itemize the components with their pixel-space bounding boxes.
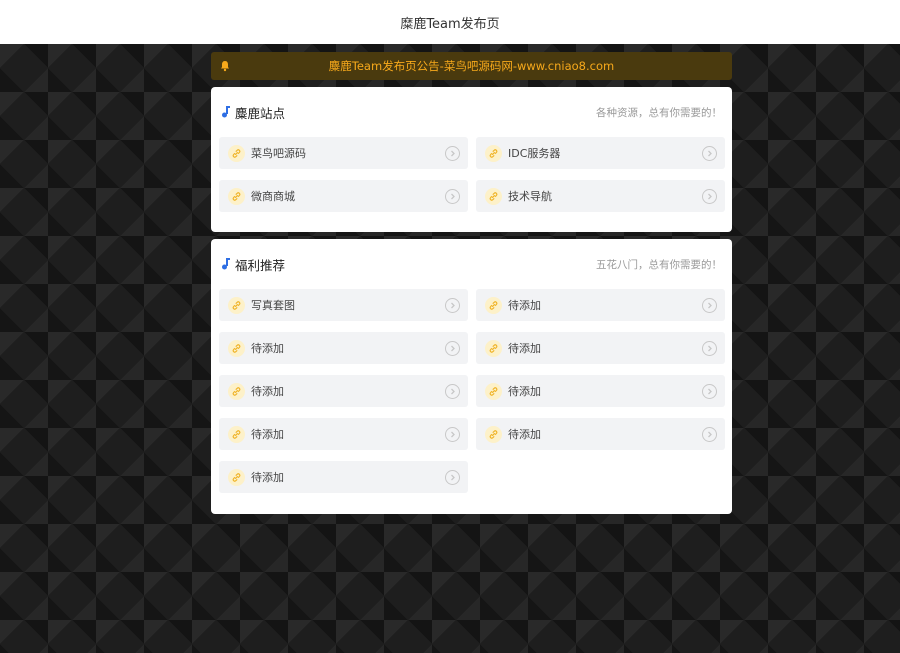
list-item[interactable]: 微商商城 [219, 180, 468, 212]
list-item[interactable]: 待添加 [219, 461, 468, 493]
chevron-right-circle-icon [445, 383, 460, 399]
music-note-icon [222, 258, 230, 270]
list-item[interactable]: 待添加 [219, 418, 468, 450]
link-icon [485, 339, 502, 357]
notice-text[interactable]: 麋鹿Team发布页公告-菜鸟吧源码网-www.cniao8.com [211, 52, 732, 80]
section-items: 菜鸟吧源码 IDC服务器 微商商城 技术导航 [219, 137, 725, 212]
link-icon [485, 187, 502, 205]
chevron-right-circle-icon [445, 469, 460, 485]
section-title: 麋鹿站点 [235, 105, 286, 121]
section-header: 福利推荐 五花八门，总有你需要的！ [211, 239, 732, 289]
section-benefits: 福利推荐 五花八门，总有你需要的！ 写真套图 待添加 待添加 待添加 待添加 待… [211, 239, 732, 514]
item-label: 写真套图 [251, 299, 295, 312]
section-title: 福利推荐 [235, 257, 286, 273]
list-item[interactable]: 菜鸟吧源码 [219, 137, 468, 169]
list-item[interactable]: IDC服务器 [476, 137, 725, 169]
list-item[interactable]: 写真套图 [219, 289, 468, 321]
link-icon [228, 296, 245, 314]
item-label: 菜鸟吧源码 [251, 147, 306, 160]
item-label: 技术导航 [508, 190, 552, 203]
top-bar: 糜鹿Team发布页 [0, 0, 900, 44]
chevron-right-circle-icon [702, 340, 717, 356]
link-icon [485, 144, 502, 162]
list-item[interactable]: 待添加 [219, 332, 468, 364]
item-label: 待添加 [508, 428, 541, 441]
link-icon [228, 425, 245, 443]
list-item[interactable]: 待添加 [476, 418, 725, 450]
chevron-right-circle-icon [445, 297, 460, 313]
chevron-right-circle-icon [445, 188, 460, 204]
section-items: 写真套图 待添加 待添加 待添加 待添加 待添加 待添加 待添加 待添加 [219, 289, 725, 493]
chevron-right-circle-icon [445, 145, 460, 161]
list-item[interactable]: 技术导航 [476, 180, 725, 212]
link-icon [485, 382, 502, 400]
list-item[interactable]: 待添加 [476, 332, 725, 364]
item-label: 待添加 [251, 385, 284, 398]
chevron-right-circle-icon [445, 340, 460, 356]
item-label: 待添加 [508, 342, 541, 355]
chevron-right-circle-icon [702, 145, 717, 161]
item-label: 待添加 [251, 471, 284, 484]
link-icon [228, 144, 245, 162]
section-sites: 麋鹿站点 各种资源，总有你需要的！ 菜鸟吧源码 IDC服务器 微商商城 技术导航 [211, 87, 732, 232]
list-item[interactable]: 待添加 [219, 375, 468, 407]
link-icon [228, 468, 245, 486]
item-label: 待添加 [251, 342, 284, 355]
section-subtitle: 各种资源，总有你需要的！ [596, 106, 722, 119]
page-title: 糜鹿Team发布页 [400, 16, 500, 32]
item-label: 待添加 [251, 428, 284, 441]
link-icon [228, 339, 245, 357]
link-icon [485, 296, 502, 314]
list-item[interactable]: 待添加 [476, 289, 725, 321]
chevron-right-circle-icon [702, 188, 717, 204]
item-label: 微商商城 [251, 190, 295, 203]
link-icon [228, 382, 245, 400]
section-header: 麋鹿站点 各种资源，总有你需要的！ [211, 87, 732, 137]
music-note-icon [222, 106, 230, 118]
chevron-right-circle-icon [702, 426, 717, 442]
notice-bar: 麋鹿Team发布页公告-菜鸟吧源码网-www.cniao8.com [211, 52, 732, 80]
link-icon [485, 425, 502, 443]
link-icon [228, 187, 245, 205]
chevron-right-circle-icon [702, 297, 717, 313]
item-label: 待添加 [508, 385, 541, 398]
item-label: IDC服务器 [508, 147, 561, 160]
chevron-right-circle-icon [445, 426, 460, 442]
chevron-right-circle-icon [702, 383, 717, 399]
list-item[interactable]: 待添加 [476, 375, 725, 407]
item-label: 待添加 [508, 299, 541, 312]
section-subtitle: 五花八门，总有你需要的！ [596, 258, 722, 271]
